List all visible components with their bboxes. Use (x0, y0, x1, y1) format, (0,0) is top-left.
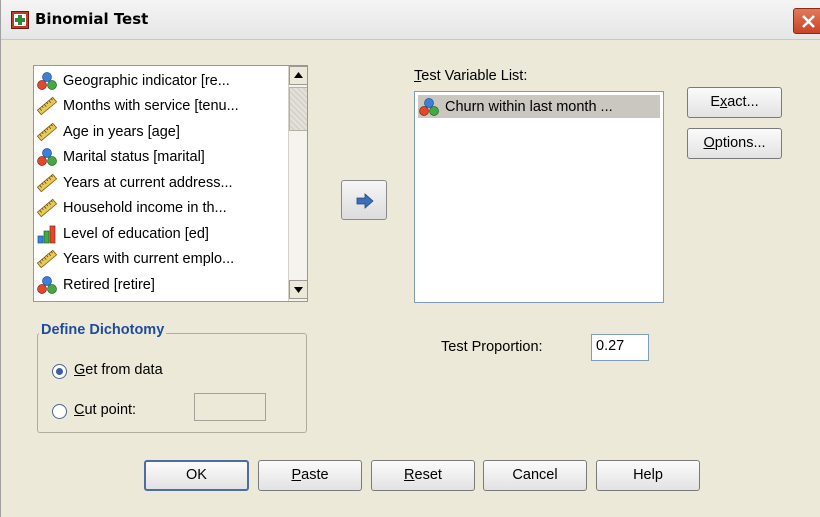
radio-selected-dot (56, 368, 63, 375)
reset-button[interactable]: Reset (371, 460, 475, 491)
scroll-thumb[interactable] (289, 87, 307, 131)
scale-icon (36, 249, 58, 269)
source-variable-item[interactable]: Geographic indicator [re... (36, 69, 288, 92)
scale-icon (36, 122, 58, 141)
nominal-icon (37, 275, 57, 294)
window-title: Binomial Test (35, 10, 149, 28)
scale-icon (36, 173, 58, 192)
cut-point-radio[interactable] (52, 404, 67, 419)
source-variable-item[interactable]: Months with service [tenu... (36, 95, 288, 118)
paste-button[interactable]: Paste (258, 460, 362, 491)
ordinal-icon (37, 225, 56, 243)
source-variable-item[interactable]: Age in years [age] (36, 120, 288, 143)
cut-point-input[interactable] (194, 393, 266, 421)
source-list-scrollbar[interactable] (288, 66, 307, 301)
cut-point-label[interactable]: Cut point: (74, 402, 136, 418)
source-variable-item[interactable]: Years at current address... (36, 171, 288, 194)
close-button[interactable] (793, 8, 820, 34)
options-button[interactable]: Options... (687, 128, 782, 159)
test-variable-label: Churn within last month ... (445, 98, 613, 115)
test-variable-list[interactable]: Churn within last month ... (414, 91, 664, 303)
test-variable-list-label: Test Variable List: (414, 68, 528, 84)
source-variable-label: Years at current address... (63, 174, 233, 191)
source-variable-item[interactable]: Years with current emplo... (36, 248, 288, 271)
scroll-down-icon (294, 287, 303, 293)
test-proportion-label: Test Proportion: (441, 339, 543, 355)
source-variable-item[interactable]: Retired [retire] (36, 273, 288, 296)
source-variable-label: Years with current emplo... (63, 251, 235, 267)
get-from-data-label[interactable]: Get from data (74, 362, 163, 378)
nominal-icon (37, 71, 57, 90)
test-proportion-input[interactable]: 0.27 (591, 334, 649, 361)
scale-icon (36, 198, 58, 218)
exact-button[interactable]: Exact... (687, 87, 782, 118)
scroll-up-icon (294, 72, 303, 78)
source-variable-label: Level of education [ed] (63, 225, 209, 242)
help-button[interactable]: Help (596, 460, 700, 491)
source-variable-label: Age in years [age] (63, 123, 180, 140)
scroll-up-button[interactable] (289, 66, 307, 85)
right-arrow-icon (356, 193, 374, 209)
define-dichotomy-group (37, 333, 307, 433)
source-variable-list[interactable]: Geographic indicator [re... Months with s… (33, 65, 308, 302)
source-variable-label: Marital status [marital] (63, 149, 205, 165)
nominal-icon (37, 148, 57, 166)
close-icon (802, 15, 815, 28)
test-variable-item[interactable]: Churn within last month ... (418, 95, 660, 118)
dialog-app-icon (11, 11, 29, 29)
source-variable-item[interactable]: Household income in th... (36, 197, 288, 220)
scroll-down-button[interactable] (289, 280, 307, 299)
cancel-button[interactable]: Cancel (483, 460, 587, 491)
define-dichotomy-title: Define Dichotomy (39, 322, 167, 338)
move-variable-button[interactable] (341, 180, 387, 220)
source-variable-label: Household income in th... (63, 200, 227, 216)
ok-button[interactable]: OK (144, 460, 249, 491)
source-variable-label: Geographic indicator [re... (63, 72, 230, 89)
binomial-test-dialog: Binomial Test Geographic indicator [re..… (0, 0, 820, 517)
nominal-icon (419, 97, 439, 116)
source-variable-label: Retired [retire] (63, 276, 155, 293)
title-bar[interactable]: Binomial Test (1, 0, 820, 40)
scale-icon (36, 96, 58, 116)
source-variable-item[interactable]: Marital status [marital] (36, 146, 288, 169)
source-variable-item[interactable]: Level of education [ed] (36, 222, 288, 245)
get-from-data-radio[interactable] (52, 364, 67, 379)
source-variable-label: Months with service [tenu... (63, 98, 239, 114)
